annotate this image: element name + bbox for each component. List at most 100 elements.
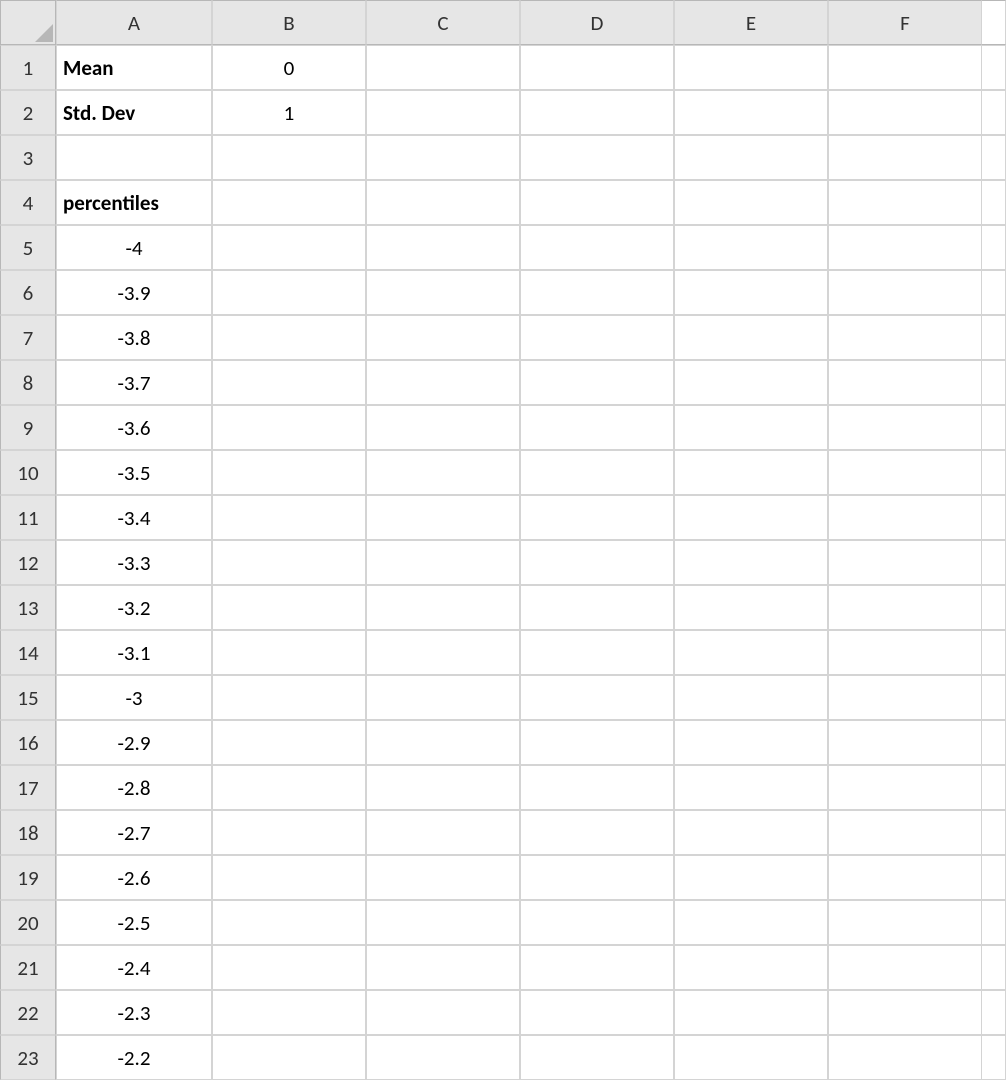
cell-D5[interactable] xyxy=(520,225,674,270)
cell-E17[interactable] xyxy=(674,765,828,810)
cell-D2[interactable] xyxy=(520,90,674,135)
cell-F21[interactable] xyxy=(828,945,982,990)
row-header-21[interactable]: 21 xyxy=(0,945,56,990)
cell-C19[interactable] xyxy=(366,855,520,900)
cell-B18[interactable] xyxy=(212,810,366,855)
row-header-4[interactable]: 4 xyxy=(0,180,56,225)
row-header-5[interactable]: 5 xyxy=(0,225,56,270)
cell-E16[interactable] xyxy=(674,720,828,765)
cell-D15[interactable] xyxy=(520,675,674,720)
cell-E5[interactable] xyxy=(674,225,828,270)
row-header-16[interactable]: 16 xyxy=(0,720,56,765)
cell-F10[interactable] xyxy=(828,450,982,495)
cell-C18[interactable] xyxy=(366,810,520,855)
cell-E14[interactable] xyxy=(674,630,828,675)
cell-D6[interactable] xyxy=(520,270,674,315)
cell-F1[interactable] xyxy=(828,45,982,90)
cell-A20[interactable]: -2.5 xyxy=(56,900,212,945)
cell-C10[interactable] xyxy=(366,450,520,495)
cell-C9[interactable] xyxy=(366,405,520,450)
cell-F9[interactable] xyxy=(828,405,982,450)
cell-E20[interactable] xyxy=(674,900,828,945)
cell-E2[interactable] xyxy=(674,90,828,135)
cell-F2[interactable] xyxy=(828,90,982,135)
cell-D17[interactable] xyxy=(520,765,674,810)
spreadsheet-grid[interactable]: A B C D E F 1Mean02Std. Dev134percentile… xyxy=(0,0,1006,1080)
cell-A3[interactable] xyxy=(56,135,212,180)
cell-E7[interactable] xyxy=(674,315,828,360)
cell-C11[interactable] xyxy=(366,495,520,540)
cell-D7[interactable] xyxy=(520,315,674,360)
col-header-D[interactable]: D xyxy=(520,0,674,45)
cell-A1[interactable]: Mean xyxy=(56,45,212,90)
cell-D10[interactable] xyxy=(520,450,674,495)
cell-F16[interactable] xyxy=(828,720,982,765)
cell-F11[interactable] xyxy=(828,495,982,540)
select-all-corner[interactable] xyxy=(0,0,56,45)
cell-A22[interactable]: -2.3 xyxy=(56,990,212,1035)
cell-B15[interactable] xyxy=(212,675,366,720)
cell-B19[interactable] xyxy=(212,855,366,900)
cell-E21[interactable] xyxy=(674,945,828,990)
cell-F18[interactable] xyxy=(828,810,982,855)
col-header-A[interactable]: A xyxy=(56,0,212,45)
cell-A19[interactable]: -2.6 xyxy=(56,855,212,900)
cell-A21[interactable]: -2.4 xyxy=(56,945,212,990)
cell-C20[interactable] xyxy=(366,900,520,945)
cell-B13[interactable] xyxy=(212,585,366,630)
cell-B17[interactable] xyxy=(212,765,366,810)
cell-E13[interactable] xyxy=(674,585,828,630)
cell-B9[interactable] xyxy=(212,405,366,450)
cell-C1[interactable] xyxy=(366,45,520,90)
cell-C15[interactable] xyxy=(366,675,520,720)
cell-F3[interactable] xyxy=(828,135,982,180)
cell-E8[interactable] xyxy=(674,360,828,405)
cell-A6[interactable]: -3.9 xyxy=(56,270,212,315)
cell-A2[interactable]: Std. Dev xyxy=(56,90,212,135)
cell-F5[interactable] xyxy=(828,225,982,270)
cell-E1[interactable] xyxy=(674,45,828,90)
row-header-17[interactable]: 17 xyxy=(0,765,56,810)
cell-D22[interactable] xyxy=(520,990,674,1035)
cell-C7[interactable] xyxy=(366,315,520,360)
cell-D16[interactable] xyxy=(520,720,674,765)
cell-F15[interactable] xyxy=(828,675,982,720)
row-header-23[interactable]: 23 xyxy=(0,1035,56,1080)
cell-A17[interactable]: -2.8 xyxy=(56,765,212,810)
cell-D4[interactable] xyxy=(520,180,674,225)
row-header-2[interactable]: 2 xyxy=(0,90,56,135)
row-header-7[interactable]: 7 xyxy=(0,315,56,360)
cell-B3[interactable] xyxy=(212,135,366,180)
col-header-F[interactable]: F xyxy=(828,0,982,45)
cell-C23[interactable] xyxy=(366,1035,520,1080)
cell-D19[interactable] xyxy=(520,855,674,900)
cell-D1[interactable] xyxy=(520,45,674,90)
col-header-C[interactable]: C xyxy=(366,0,520,45)
cell-E19[interactable] xyxy=(674,855,828,900)
cell-F22[interactable] xyxy=(828,990,982,1035)
cell-C13[interactable] xyxy=(366,585,520,630)
cell-D20[interactable] xyxy=(520,900,674,945)
row-header-11[interactable]: 11 xyxy=(0,495,56,540)
row-header-19[interactable]: 19 xyxy=(0,855,56,900)
cell-C5[interactable] xyxy=(366,225,520,270)
row-header-18[interactable]: 18 xyxy=(0,810,56,855)
col-header-B[interactable]: B xyxy=(212,0,366,45)
cell-F13[interactable] xyxy=(828,585,982,630)
cell-E10[interactable] xyxy=(674,450,828,495)
row-header-15[interactable]: 15 xyxy=(0,675,56,720)
cell-E15[interactable] xyxy=(674,675,828,720)
cell-B11[interactable] xyxy=(212,495,366,540)
cell-C4[interactable] xyxy=(366,180,520,225)
cell-C14[interactable] xyxy=(366,630,520,675)
cell-F14[interactable] xyxy=(828,630,982,675)
cell-A18[interactable]: -2.7 xyxy=(56,810,212,855)
cell-B2[interactable]: 1 xyxy=(212,90,366,135)
row-header-1[interactable]: 1 xyxy=(0,45,56,90)
cell-C17[interactable] xyxy=(366,765,520,810)
cell-E9[interactable] xyxy=(674,405,828,450)
cell-D21[interactable] xyxy=(520,945,674,990)
cell-F19[interactable] xyxy=(828,855,982,900)
cell-C21[interactable] xyxy=(366,945,520,990)
cell-B10[interactable] xyxy=(212,450,366,495)
